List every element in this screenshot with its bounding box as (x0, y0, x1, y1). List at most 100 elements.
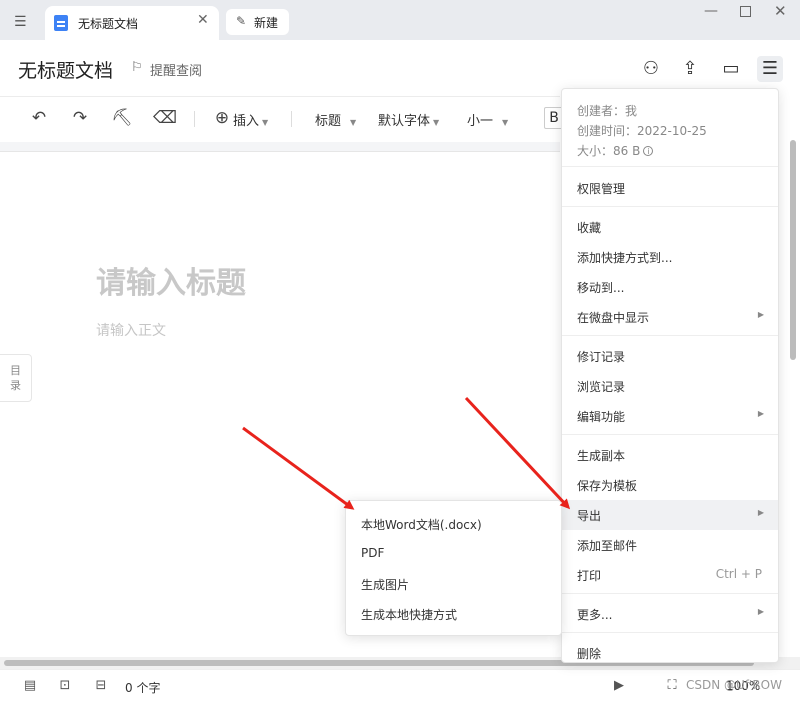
menu-item-print[interactable]: 打印 Ctrl + P (562, 560, 778, 590)
redo-icon[interactable]: ↷ (69, 107, 91, 129)
menu-divider (562, 166, 778, 167)
fullscreen-icon[interactable]: ⛶ (664, 678, 680, 694)
menu-item-label: 生成副本 (577, 449, 626, 463)
toc-label-1: 目 (10, 364, 21, 377)
plus-circle-icon[interactable]: ⊕ (211, 107, 233, 129)
toc-toggle[interactable]: 目 录 (0, 354, 32, 402)
menu-item-label: 权限管理 (577, 182, 626, 196)
menu-divider (562, 632, 778, 633)
format-painter-icon[interactable]: ⛏ (111, 107, 133, 129)
canvas-top-border (0, 142, 560, 152)
title-placeholder[interactable]: 请输入标题 (96, 258, 246, 302)
heading-select[interactable]: 标题 ▼ (315, 110, 356, 129)
insert-button[interactable]: 插入 ▼ (233, 110, 268, 129)
menu-item-edit-features[interactable]: 编辑功能 ▶ (562, 401, 778, 431)
more-menu-icon[interactable]: ☰ (757, 56, 783, 82)
export-word-item[interactable]: 本地Word文档(.docx) (346, 509, 561, 539)
document-icon (54, 15, 68, 31)
menu-item-label: 添加快捷方式到... (577, 251, 673, 265)
menu-item-permissions[interactable]: 权限管理 (562, 173, 778, 203)
window-close-icon[interactable]: ✕ (774, 2, 787, 20)
page-title[interactable]: 无标题文档 (18, 56, 113, 83)
vertical-scroll-thumb[interactable] (790, 140, 796, 360)
flag-icon[interactable]: ⚐ (131, 60, 143, 75)
menu-item-revision-history[interactable]: 修订记录 (562, 341, 778, 371)
heading-label: 标题 (315, 114, 342, 129)
close-tab-icon[interactable]: ✕ (197, 12, 209, 28)
menu-item-more[interactable]: 更多... ▶ (562, 599, 778, 629)
menu-item-browse-history[interactable]: 浏览记录 (562, 371, 778, 401)
size-info: 大小：86 Bi (577, 142, 654, 159)
word-count: 0 个字 (125, 681, 161, 695)
menu-item-label: 导出 (577, 509, 602, 523)
font-label: 默认字体 (378, 114, 431, 129)
chevron-right-icon: ▶ (757, 310, 764, 319)
size-label: 小一 (467, 114, 494, 129)
outline-icon[interactable]: ▤ (22, 678, 38, 694)
share-icon[interactable]: ⇪ (677, 56, 703, 82)
toolbar-divider (194, 111, 195, 127)
info-icon[interactable]: i (643, 146, 654, 156)
remind-link[interactable]: 提醒查阅 (150, 60, 202, 79)
document-menu: 创建者：我 创建时间：2022-10-25 大小：86 Bi 权限管理 收藏 添… (561, 88, 779, 663)
export-item-label: 生成本地快捷方式 (361, 608, 458, 622)
menu-item-label: 更多... (577, 608, 613, 622)
history-icon[interactable]: ☰ (14, 14, 34, 30)
size-select[interactable]: 小一 ▼ (467, 110, 508, 129)
menu-item-move-to[interactable]: 移动到... (562, 272, 778, 302)
menu-divider (562, 434, 778, 435)
status-bar: ▤ ⊡ ⊟ 0 个字 ▶ ⛶ 100% CSDN @Uf'ROW (0, 669, 800, 702)
menu-item-export[interactable]: 导出 ▶ (562, 500, 778, 530)
page-margin-icon[interactable]: ⊟ (93, 678, 109, 694)
menu-item-label: 收藏 (577, 221, 602, 235)
export-item-label: 本地Word文档(.docx) (361, 518, 482, 532)
eraser-icon[interactable]: ⌫ (153, 107, 177, 129)
insert-label: 插入 (233, 114, 260, 129)
menu-item-label: 修订记录 (577, 350, 626, 364)
vertical-scrollbar[interactable] (788, 140, 798, 660)
menu-item-label: 在微盘中显示 (577, 311, 650, 325)
size-info-text: 大小：86 B (577, 144, 641, 158)
font-select[interactable]: 默认字体 ▼ (378, 110, 439, 129)
tab-document[interactable]: 无标题文档 ✕ (45, 6, 219, 40)
menu-item-label: 编辑功能 (577, 410, 626, 424)
export-submenu: 本地Word文档(.docx) PDF 生成图片 生成本地快捷方式 (345, 500, 562, 636)
edit-icon: ✎ (236, 14, 247, 28)
tab-document-title: 无标题文档 (78, 17, 139, 31)
menu-item-add-shortcut[interactable]: 添加快捷方式到... (562, 242, 778, 272)
export-item-label: 生成图片 (361, 578, 410, 592)
menu-divider (562, 206, 778, 207)
menu-item-label: 打印 (577, 569, 602, 583)
menu-item-favorite[interactable]: 收藏 (562, 212, 778, 242)
export-item-label: PDF (361, 546, 385, 560)
comment-icon[interactable]: ▭ (718, 56, 744, 82)
add-collaborator-icon[interactable]: ⚇ (638, 56, 664, 82)
export-image-item[interactable]: 生成图片 (346, 569, 561, 599)
menu-item-make-copy[interactable]: 生成副本 (562, 440, 778, 470)
toolbar-divider (291, 111, 292, 127)
export-pdf-item[interactable]: PDF (346, 539, 561, 569)
chevron-right-icon: ▶ (757, 607, 764, 616)
menu-item-label: 移动到... (577, 281, 625, 295)
menu-item-label: 保存为模板 (577, 479, 638, 493)
new-tab-button[interactable]: ✎ 新建 (226, 9, 289, 35)
editor-toolbar: ↶ ↷ ⛏ ⌫ ⊕ 插入 ▼ 标题 ▼ 默认字体 ▼ 小一 ▼ B (0, 96, 564, 142)
menu-item-save-template[interactable]: 保存为模板 (562, 470, 778, 500)
minimize-icon[interactable]: — (704, 3, 718, 19)
body-placeholder[interactable]: 请输入正文 (96, 320, 166, 340)
export-shortcut-item[interactable]: 生成本地快捷方式 (346, 599, 561, 629)
menu-item-label: 添加至邮件 (577, 539, 638, 553)
menu-item-show-in-weipan[interactable]: 在微盘中显示 ▶ (562, 302, 778, 332)
play-icon[interactable]: ▶ (611, 678, 627, 694)
menu-item-label: 浏览记录 (577, 380, 626, 394)
undo-icon[interactable]: ↶ (28, 107, 50, 129)
menu-item-add-to-mail[interactable]: 添加至邮件 (562, 530, 778, 560)
created-date-info: 创建时间：2022-10-25 (577, 124, 707, 138)
menu-divider (562, 335, 778, 336)
menu-item-delete[interactable]: 删除 (562, 638, 778, 668)
maximize-icon[interactable] (740, 6, 751, 17)
toc-label-2: 录 (10, 379, 21, 392)
caret-down-icon: ▼ (502, 118, 509, 127)
menu-divider (562, 593, 778, 594)
page-width-icon[interactable]: ⊡ (57, 678, 73, 694)
